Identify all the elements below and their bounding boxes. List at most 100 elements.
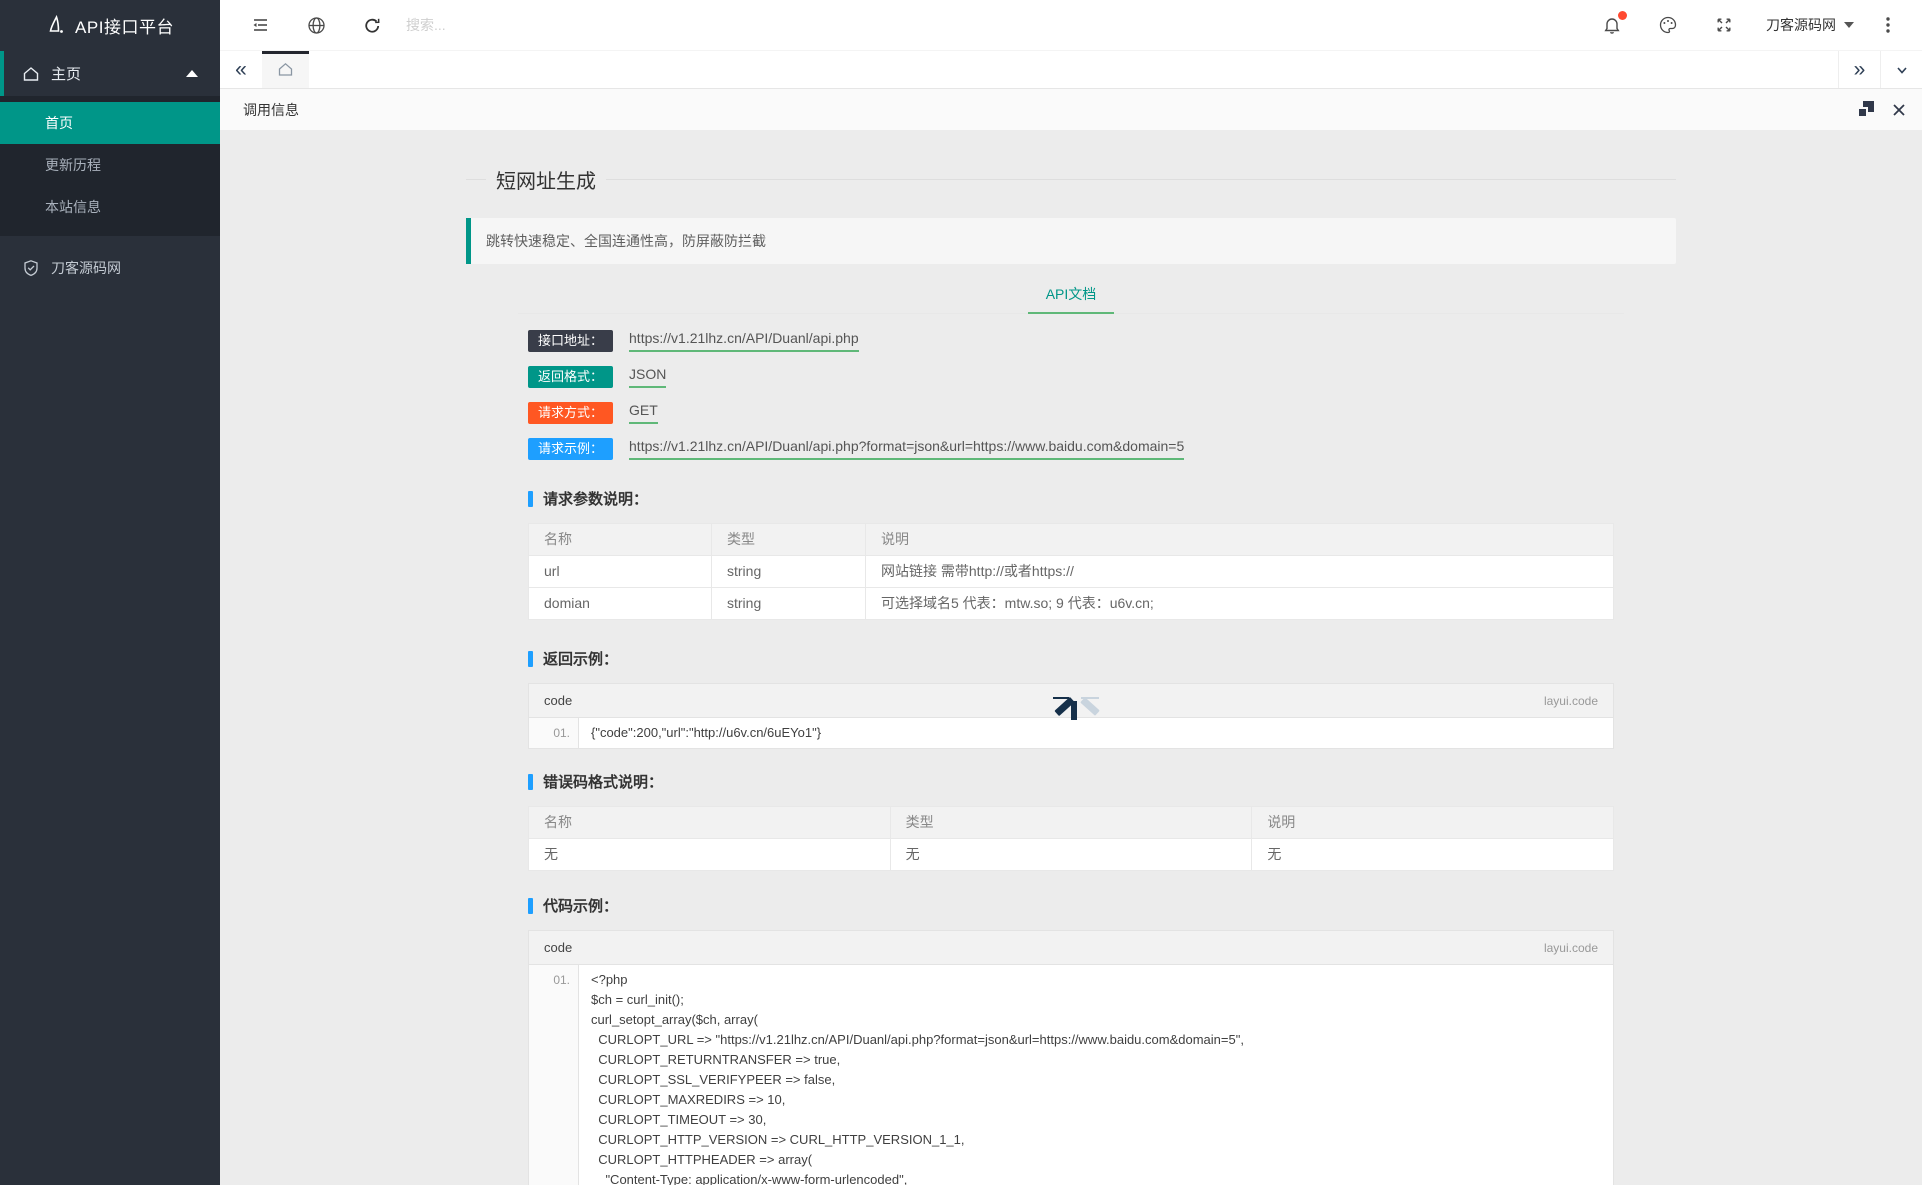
params-heading: 请求参数说明： (528, 488, 1614, 509)
layui-code-brand: layui.code (1543, 693, 1598, 708)
heading-bar (528, 897, 533, 914)
chevron-down-icon (1844, 22, 1854, 28)
panel-header: 调用信息 (220, 89, 1922, 131)
maximize-icon[interactable] (1857, 101, 1874, 118)
notification-bell-icon[interactable] (1584, 0, 1640, 51)
tabs-bar: « » (220, 51, 1922, 89)
params-col-type: 类型 (711, 523, 866, 556)
code-label: code (544, 940, 573, 955)
page-content: 短网址生成 跳转快速稳定、全国连通性高，防屏蔽防拦截 API文档 接口地址： h… (220, 131, 1922, 1185)
globe-icon[interactable] (288, 0, 344, 51)
table-header-row: 名称 类型 说明 (528, 806, 1614, 839)
sidebar-item-index[interactable]: 首页 (0, 102, 220, 144)
code-header: code layui.code (529, 931, 1613, 965)
logo-text: API接口平台 (75, 18, 174, 37)
code-content: <?php $ch = curl_init(); curl_setopt_arr… (591, 972, 1244, 1185)
params-table: 名称 类型 说明 url string 网站链接 需带http://或者http… (528, 523, 1614, 620)
user-dropdown[interactable]: 刀客源码网 (1752, 0, 1868, 51)
theme-palette-icon[interactable] (1640, 0, 1696, 51)
doc-tab-body: 接口地址： https://v1.21lhz.cn/API/Duanl/api.… (518, 314, 1624, 1185)
tabs-menu-button[interactable] (1880, 51, 1922, 88)
tab-home[interactable] (262, 51, 309, 88)
close-icon[interactable] (1890, 101, 1908, 119)
method-badge: 请求方式： (528, 402, 614, 424)
example-link[interactable]: https://v1.21lhz.cn/API/Duanl/api.php?fo… (629, 438, 1185, 460)
refresh-icon[interactable] (344, 0, 400, 51)
tabs-scroll-right-button[interactable]: » (1838, 51, 1880, 88)
top-header: 刀客源码网 (220, 0, 1922, 51)
chevron-up-icon (186, 70, 198, 77)
api-row-example: 请求示例： https://v1.21lhz.cn/API/Duanl/api.… (528, 438, 1614, 460)
page-title-divider: 短网址生成 (466, 165, 1676, 194)
endpoint-badge: 接口地址： (528, 330, 614, 352)
app-window: API接口平台 主页 首页 更新历程 本站信息 刀客源码网 搜索... 刀客源码… (0, 0, 1922, 1185)
doc-tab-container: API文档 接口地址： https://v1.21lhz.cn/API/Duan… (518, 274, 1624, 1185)
logo-sail-icon (49, 14, 63, 33)
sidebar-item-home-parent[interactable]: 主页 (0, 51, 220, 96)
app-logo: API接口平台 (0, 0, 220, 51)
errors-col-name: 名称 (528, 806, 891, 839)
notification-dot (1618, 10, 1627, 20)
table-row: domian string 可选择域名5 代表：mtw.so; 9 代表：u6v… (528, 587, 1614, 620)
search-input[interactable] (406, 17, 706, 33)
api-row-endpoint: 接口地址： https://v1.21lhz.cn/API/Duanl/api.… (528, 330, 1614, 352)
line-number: 01. (529, 965, 579, 1185)
error-name: 无 (528, 838, 891, 871)
code-example-heading: 代码示例： (528, 895, 1614, 916)
table-header-row: 名称 类型 说明 (528, 523, 1614, 556)
intro-quote: 跳转快速稳定、全国连通性高，防屏蔽防拦截 (466, 218, 1676, 264)
more-menu-icon[interactable] (1868, 0, 1908, 51)
sidebar-item-label: 刀客源码网 (51, 259, 121, 276)
param-name: domian (528, 587, 712, 620)
tabs-spacer (309, 51, 1838, 88)
header-right-group: 刀客源码网 (1584, 0, 1908, 51)
fullscreen-icon[interactable] (1696, 0, 1752, 51)
errors-col-desc: 说明 (1251, 806, 1614, 839)
param-name: url (528, 555, 712, 588)
code-header: code layui.code (529, 684, 1613, 718)
errors-table: 名称 类型 说明 无 无 无 (528, 806, 1614, 871)
code-content: {"code":200,"url":"http://u6v.cn/6uEYo1"… (591, 725, 822, 740)
table-row: 无 无 无 (528, 838, 1614, 871)
format-value[interactable]: JSON (629, 366, 667, 388)
error-type: 无 (889, 838, 1253, 871)
doc-tab-title-row: API文档 (518, 274, 1624, 314)
collapse-sidebar-icon[interactable] (232, 0, 288, 51)
params-col-desc: 说明 (865, 523, 1614, 556)
response-heading: 返回示例： (528, 648, 1614, 669)
example-badge: 请求示例： (528, 438, 614, 460)
param-desc: 网站链接 需带http://或者https:// (865, 555, 1614, 588)
api-row-format: 返回格式： JSON (528, 366, 1614, 388)
tabs-scroll-left-button[interactable]: « (220, 51, 262, 88)
page-title: 短网址生成 (496, 171, 596, 193)
main-area: 刀客源码网 « » (220, 0, 1922, 1185)
param-type: string (711, 555, 866, 588)
sidebar-item-changelog[interactable]: 更新历程 (0, 144, 220, 186)
sidebar-item-daoke[interactable]: 刀客源码网 (0, 245, 220, 290)
sidebar-item-siteinfo[interactable]: 本站信息 (0, 186, 220, 228)
endpoint-link[interactable]: https://v1.21lhz.cn/API/Duanl/api.php (629, 330, 859, 352)
code-body: 01. {"code":200,"url":"http://u6v.cn/6uE… (529, 718, 1613, 748)
panel-title: 调用信息 (243, 101, 299, 118)
code-body: 01. <?php $ch = curl_init(); curl_setopt… (529, 965, 1613, 1185)
layui-code-brand: layui.code (1543, 940, 1598, 955)
sidebar: API接口平台 主页 首页 更新历程 本站信息 刀客源码网 (0, 0, 220, 1185)
heading-bar (528, 773, 533, 790)
errors-heading: 错误码格式说明： (528, 771, 1614, 792)
shield-check-icon (24, 259, 38, 276)
heading-bar (528, 650, 533, 667)
response-code-block: code layui.code 01. {"code":200,"url":"h… (528, 683, 1614, 749)
format-badge: 返回格式： (528, 366, 614, 388)
home-icon (23, 66, 39, 81)
method-value[interactable]: GET (629, 402, 658, 424)
username-label: 刀客源码网 (1766, 17, 1836, 33)
table-row: url string 网站链接 需带http://或者https:// (528, 555, 1614, 588)
sidebar-submenu: 首页 更新历程 本站信息 (0, 96, 220, 236)
param-desc: 可选择域名5 代表：mtw.so; 9 代表：u6v.cn; (865, 587, 1614, 620)
tab-api-doc[interactable]: API文档 (1027, 274, 1115, 314)
home-tab-icon (278, 62, 293, 76)
heading-bar (528, 490, 533, 507)
example-code-block: code layui.code 01. <?php $ch = curl_ini… (528, 930, 1614, 1185)
params-col-name: 名称 (528, 523, 712, 556)
line-number: 01. (529, 718, 579, 748)
